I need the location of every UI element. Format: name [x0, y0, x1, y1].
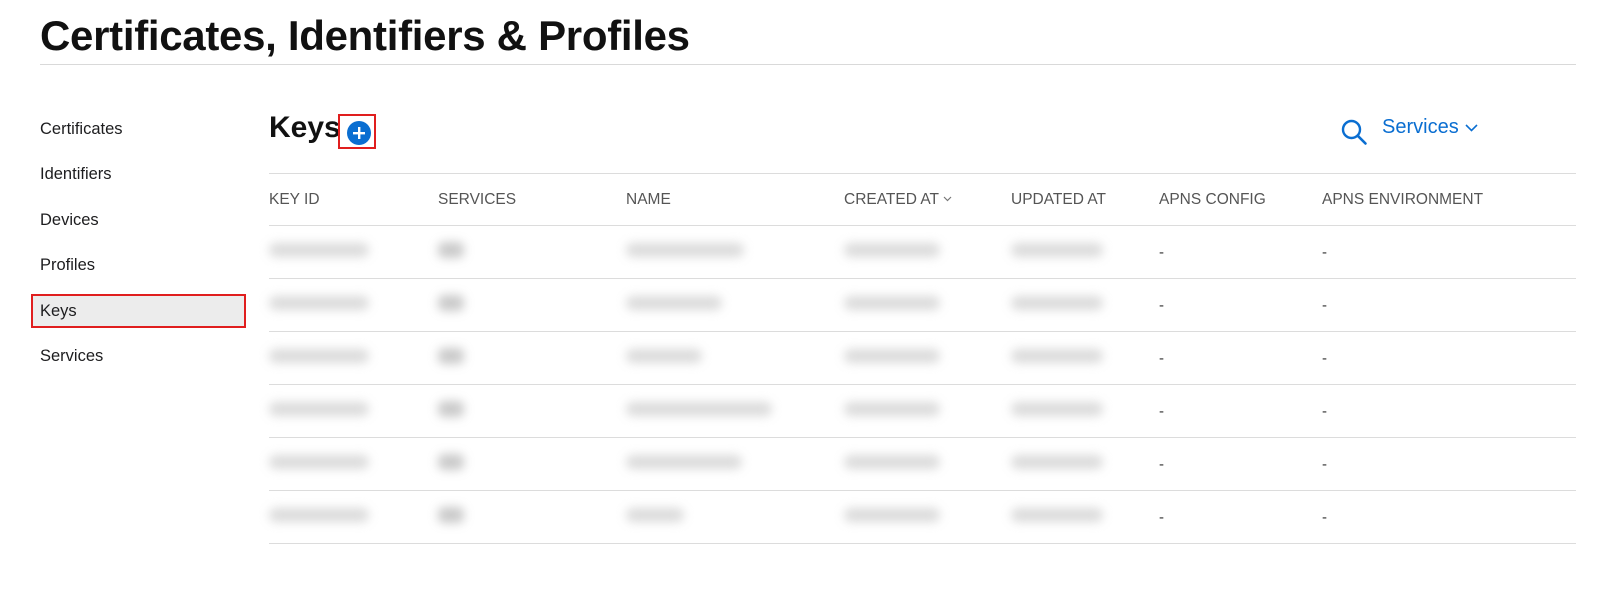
apns-environment-cell: - — [1322, 278, 1576, 332]
sidebar-nav: Certificates Identifiers Devices Profile… — [31, 112, 246, 384]
table-row[interactable]: - - — [269, 490, 1576, 544]
services-filter-label: Services — [1382, 116, 1459, 138]
redacted-services — [438, 401, 464, 417]
redacted-services — [438, 454, 464, 470]
apns-config-cell: - — [1159, 331, 1322, 385]
redacted-key-id — [269, 243, 369, 257]
column-header-apns-config[interactable]: APNS CONFIG — [1159, 174, 1322, 226]
section-title: Keys — [269, 111, 341, 144]
redacted-updated-at — [1011, 402, 1103, 416]
redacted-services — [438, 348, 464, 364]
redacted-key-id — [269, 455, 369, 469]
search-icon[interactable] — [1340, 118, 1368, 146]
redacted-key-id — [269, 349, 369, 363]
redacted-name — [626, 349, 702, 363]
chevron-down-icon — [1465, 123, 1478, 132]
redacted-name — [626, 508, 684, 522]
redacted-created-at — [844, 508, 940, 522]
column-header-name[interactable]: NAME — [626, 174, 844, 226]
redacted-updated-at — [1011, 243, 1103, 257]
redacted-created-at — [844, 296, 940, 310]
redacted-services — [438, 507, 464, 523]
redacted-updated-at — [1011, 349, 1103, 363]
sidebar-item-certificates[interactable]: Certificates — [31, 112, 246, 146]
sidebar-item-identifiers[interactable]: Identifiers — [31, 157, 246, 191]
plus-circle-icon — [353, 127, 365, 139]
redacted-created-at — [844, 455, 940, 469]
redacted-key-id — [269, 402, 369, 416]
table-header-row: KEY ID SERVICES NAME CREATED AT UPDATED … — [269, 174, 1576, 226]
redacted-services — [438, 242, 464, 258]
apns-config-cell: - — [1159, 437, 1322, 491]
title-divider — [40, 64, 1576, 65]
services-filter-dropdown[interactable]: Services — [1382, 116, 1478, 139]
table-row[interactable]: - - — [269, 278, 1576, 332]
column-header-key-id[interactable]: KEY ID — [269, 174, 438, 226]
keys-table: KEY ID SERVICES NAME CREATED AT UPDATED … — [269, 174, 1576, 544]
redacted-key-id — [269, 296, 369, 310]
column-header-created-at-label: CREATED AT — [844, 190, 940, 208]
table-row[interactable]: - - — [269, 331, 1576, 385]
redacted-created-at — [844, 402, 940, 416]
apns-environment-cell: - — [1322, 331, 1576, 385]
add-key-highlight — [338, 114, 376, 149]
redacted-updated-at — [1011, 296, 1103, 310]
apns-config-cell: - — [1159, 225, 1322, 279]
apns-config-cell: - — [1159, 278, 1322, 332]
apns-config-cell: - — [1159, 384, 1322, 438]
sidebar-item-services[interactable]: Services — [31, 339, 246, 373]
column-header-apns-environment[interactable]: APNS ENVIRONMENT — [1322, 174, 1576, 226]
redacted-name — [626, 402, 772, 416]
apns-environment-cell: - — [1322, 490, 1576, 544]
redacted-key-id — [269, 508, 369, 522]
sidebar-item-devices[interactable]: Devices — [31, 203, 246, 237]
redacted-created-at — [844, 349, 940, 363]
table-row[interactable]: - - — [269, 384, 1576, 438]
column-header-updated-at[interactable]: UPDATED AT — [1011, 174, 1159, 226]
redacted-name — [626, 243, 744, 257]
column-header-created-at[interactable]: CREATED AT — [844, 174, 1011, 226]
redacted-updated-at — [1011, 455, 1103, 469]
redacted-name — [626, 296, 722, 310]
redacted-name — [626, 455, 742, 469]
sort-caret-icon — [943, 196, 952, 202]
table-row[interactable]: - - — [269, 225, 1576, 279]
table-row[interactable]: - - — [269, 437, 1576, 491]
sidebar-item-keys[interactable]: Keys — [31, 293, 246, 328]
page-title: Certificates, Identifiers & Profiles — [40, 12, 690, 59]
apns-environment-cell: - — [1322, 384, 1576, 438]
add-key-button[interactable] — [347, 121, 371, 145]
redacted-updated-at — [1011, 508, 1103, 522]
apns-environment-cell: - — [1322, 437, 1576, 491]
redacted-services — [438, 295, 464, 311]
column-header-services[interactable]: SERVICES — [438, 174, 626, 226]
redacted-created-at — [844, 243, 940, 257]
sidebar-item-profiles[interactable]: Profiles — [31, 248, 246, 282]
apns-environment-cell: - — [1322, 225, 1576, 279]
apns-config-cell: - — [1159, 490, 1322, 544]
